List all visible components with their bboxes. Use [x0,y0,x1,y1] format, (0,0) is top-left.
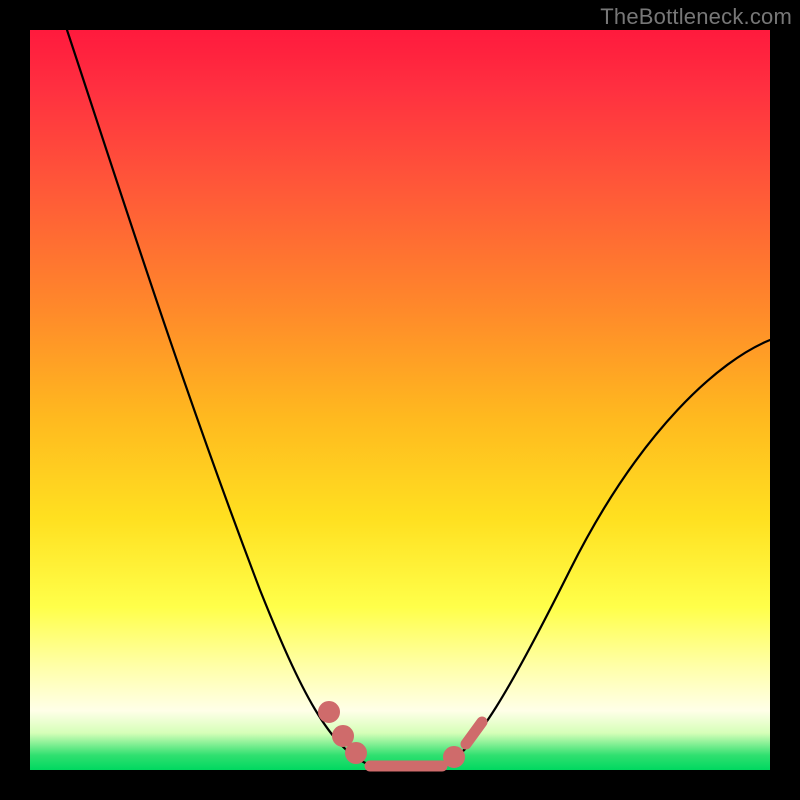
highlight-points [324,707,483,767]
bottleneck-curve-svg [30,30,770,770]
bottleneck-curve [67,30,770,769]
chart-frame: TheBottleneck.com [0,0,800,800]
watermark-text: TheBottleneck.com [600,4,792,30]
